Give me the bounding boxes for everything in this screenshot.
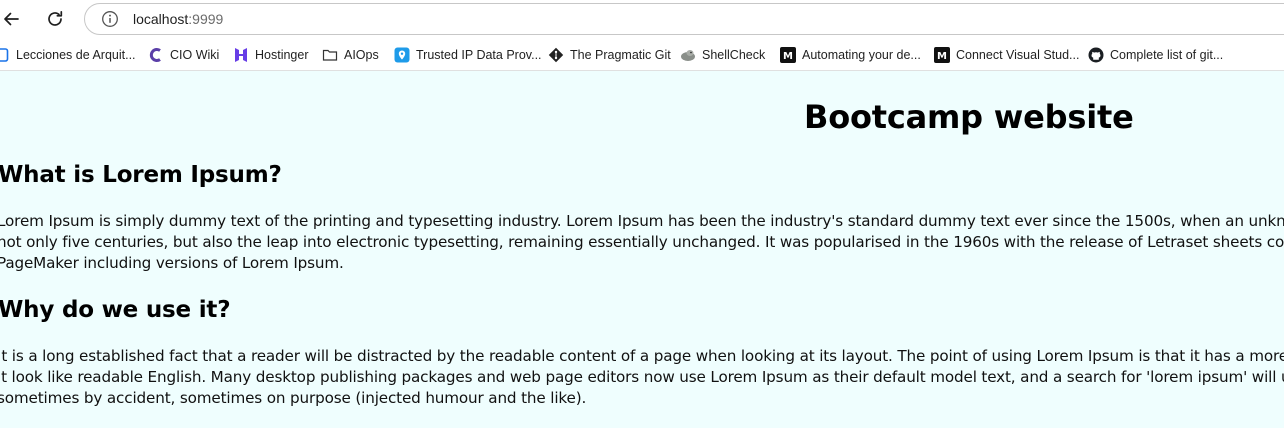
browser-toolbar: localhost:9999 (0, 0, 1284, 38)
address-bar[interactable]: localhost:9999 (84, 3, 1284, 35)
paragraph-line: not only five centuries, but also the le… (0, 233, 1284, 251)
paragraph-line: It is a long established fact that a rea… (0, 347, 1284, 365)
back-arrow-icon[interactable] (0, 7, 23, 31)
url-host: localhost (133, 11, 189, 27)
bookmark-label: Complete list of git... (1110, 48, 1224, 62)
bookmark-trusted-ip[interactable]: Trusted IP Data Prov... (394, 45, 542, 65)
bookmark-pragmatic-git[interactable]: The Pragmatic Git (548, 45, 671, 65)
url-port: :9999 (188, 11, 224, 27)
bookmark-label: Connect Visual Stud... (956, 48, 1080, 62)
bookmark-aiops[interactable]: AIOps (322, 45, 379, 65)
page-icon (0, 47, 10, 63)
github-icon (1088, 47, 1104, 63)
url-text: localhost:9999 (133, 11, 223, 27)
location-pin-icon (394, 47, 410, 63)
bookmark-label: Automating your de... (802, 48, 921, 62)
section-heading-what-is-lorem-ipsum: What is Lorem Ipsum? (0, 162, 282, 188)
hostinger-icon (233, 47, 249, 63)
bookmark-lecciones[interactable]: Lecciones de Arquit... (0, 45, 136, 65)
bookmark-shellcheck[interactable]: ShellCheck (680, 45, 765, 65)
bookmark-label: The Pragmatic Git (570, 48, 671, 62)
shellcheck-icon (680, 47, 696, 63)
paragraph-line: Lorem Ipsum is simply dummy text of the … (0, 212, 1284, 230)
bookmark-complete-list-git[interactable]: Complete list of git... (1088, 45, 1223, 65)
bookmark-label: Lecciones de Arquit... (16, 48, 136, 62)
bookmark-label: Trusted IP Data Prov... (416, 48, 542, 62)
bookmark-connect-visual-studio[interactable]: M Connect Visual Stud... (934, 45, 1079, 65)
git-icon (548, 47, 564, 63)
folder-icon (322, 47, 338, 63)
medium-icon: M (934, 47, 950, 63)
bookmarks-bar: Lecciones de Arquit... CIO Wiki Hostinge… (0, 40, 1284, 71)
bookmark-automating[interactable]: M Automating your de... (780, 45, 921, 65)
svg-text:M: M (937, 51, 947, 62)
page-content: Bootcamp website What is Lorem Ipsum? Lo… (0, 71, 1284, 428)
page-title: Bootcamp website (804, 98, 1134, 136)
paragraph-line: PageMaker including versions of Lorem Ip… (0, 254, 344, 272)
bookmark-label: AIOps (344, 48, 379, 62)
medium-icon: M (780, 47, 796, 63)
bookmark-label: ShellCheck (702, 48, 766, 62)
cio-wiki-icon (148, 47, 164, 63)
section-heading-why-do-we-use-it: Why do we use it? (0, 297, 231, 323)
site-info-icon[interactable] (101, 10, 119, 28)
bookmark-label: CIO Wiki (170, 48, 220, 62)
bookmark-cio-wiki[interactable]: CIO Wiki (148, 45, 219, 65)
svg-text:M: M (783, 51, 793, 62)
paragraph-line: it look like readable English. Many desk… (0, 368, 1284, 386)
bookmark-hostinger[interactable]: Hostinger (233, 45, 309, 65)
reload-icon[interactable] (43, 7, 67, 31)
bookmark-label: Hostinger (255, 48, 309, 62)
paragraph-line: sometimes by accident, sometimes on purp… (0, 389, 587, 407)
